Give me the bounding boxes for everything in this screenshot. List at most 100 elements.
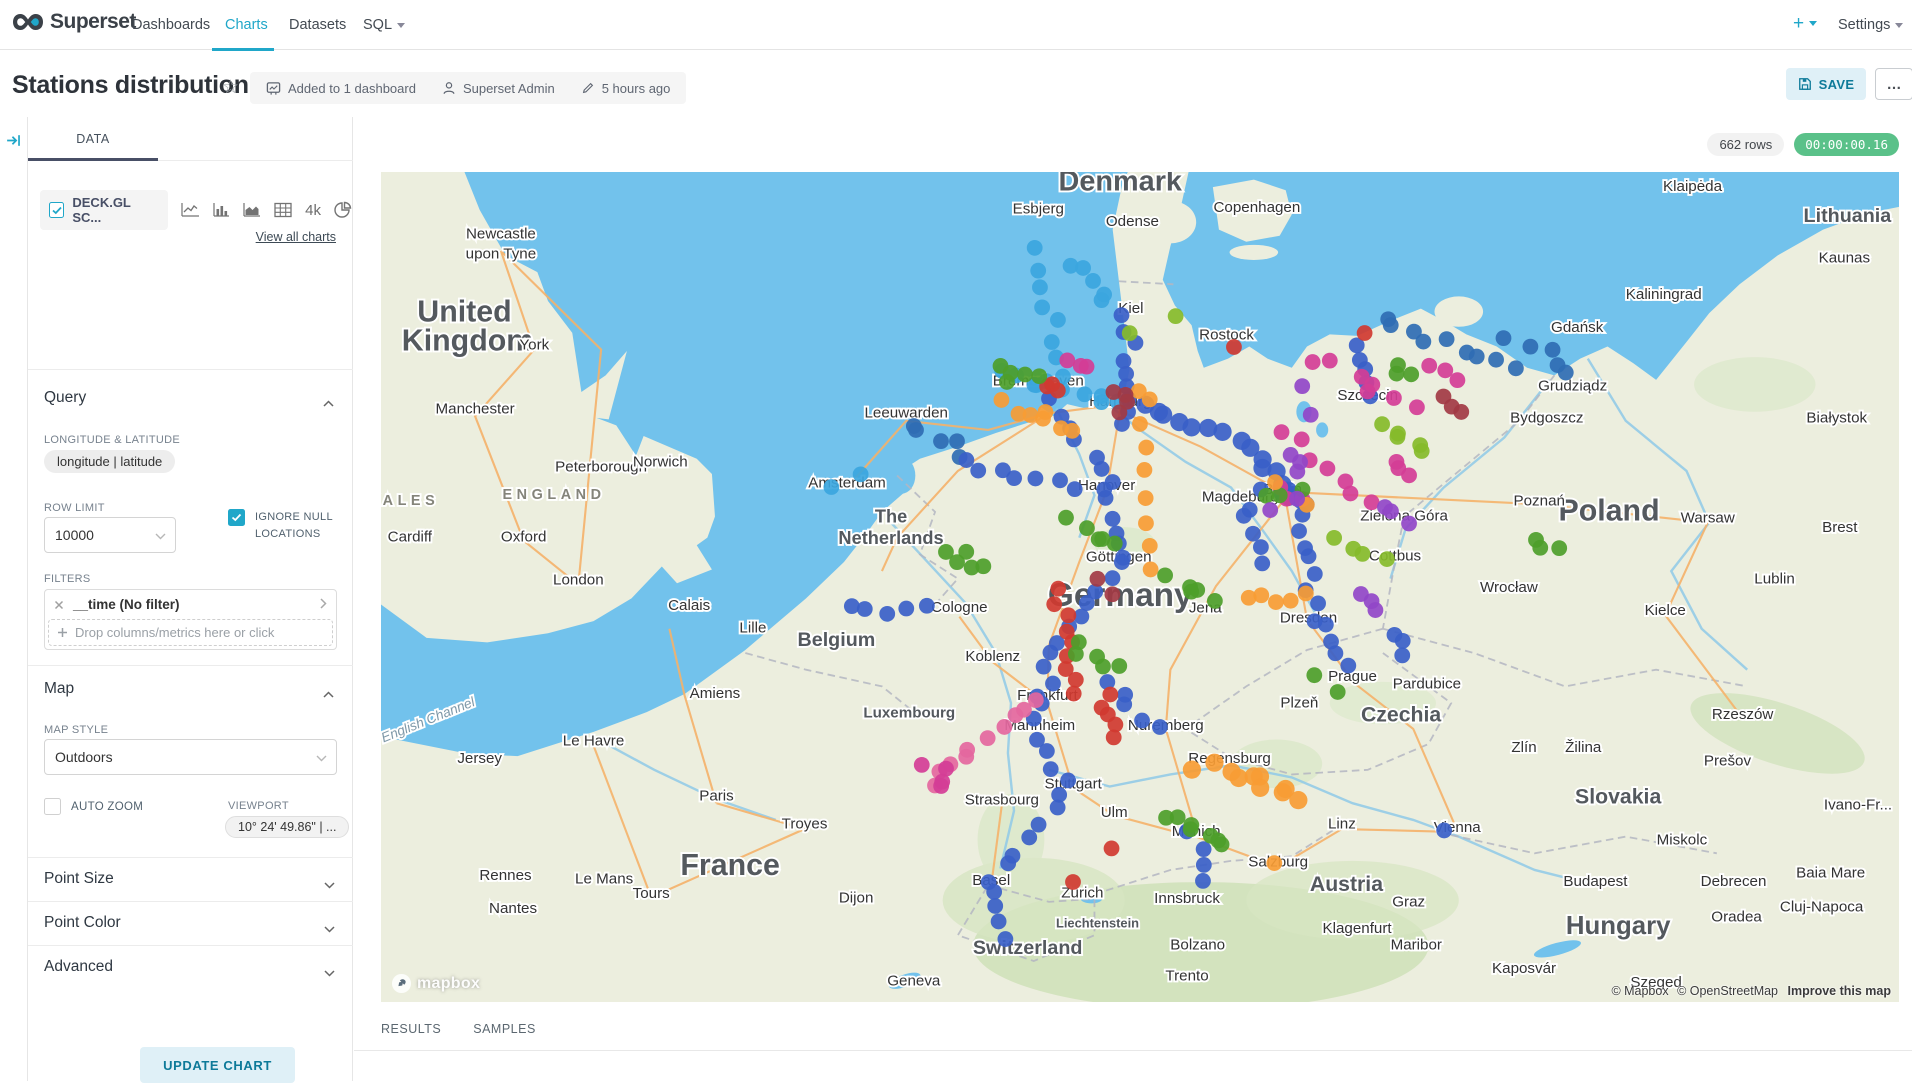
- view-all-charts-link[interactable]: View all charts: [256, 230, 336, 244]
- nav-sql[interactable]: SQL: [363, 0, 405, 50]
- lonlat-value-pill[interactable]: longitude | latitude: [44, 450, 175, 473]
- infinity-logo-icon: [12, 11, 44, 33]
- nav-charts[interactable]: Charts: [225, 0, 268, 50]
- station-point: [1305, 354, 1321, 370]
- section-point-color[interactable]: Point Color: [28, 902, 353, 946]
- chevron-up-icon[interactable]: [323, 685, 334, 703]
- station-point: [1107, 536, 1123, 552]
- station-point: [1274, 783, 1292, 801]
- deckgl-scatter-map[interactable]: DenmarkUnitedKingdomGermanyPolandFranceB…: [381, 172, 1899, 1002]
- station-point: [933, 433, 949, 449]
- station-point: [1105, 511, 1121, 527]
- brand-name: Superset: [50, 10, 136, 34]
- station-point: [1355, 546, 1371, 562]
- section-point-size[interactable]: Point Size: [28, 858, 353, 902]
- station-point: [1298, 586, 1314, 602]
- station-point: [1050, 581, 1066, 597]
- station-point: [1450, 372, 1466, 388]
- viz-type-name: DECK.GL SC...: [72, 195, 159, 225]
- owner-meta[interactable]: Superset Admin: [442, 81, 555, 96]
- filters-drop-zone[interactable]: Drop columns/metrics here or click: [48, 619, 333, 646]
- expand-datasource-icon[interactable]: [5, 132, 22, 154]
- station-point: [958, 749, 974, 765]
- mapbox-logo[interactable]: mapbox: [391, 973, 480, 994]
- station-point: [1157, 567, 1173, 583]
- nav-dashboards[interactable]: Dashboards: [132, 0, 210, 50]
- svg-text:Oxford: Oxford: [501, 528, 546, 545]
- svg-text:Le Mans: Le Mans: [575, 870, 634, 887]
- area-chart-icon[interactable]: [243, 202, 261, 218]
- svg-text:Lille: Lille: [739, 620, 766, 637]
- station-point: [1143, 562, 1159, 578]
- station-point: [1059, 353, 1075, 369]
- station-point: [1154, 406, 1172, 424]
- svg-text:Denmark: Denmark: [1059, 172, 1183, 197]
- new-item-button[interactable]: +: [1793, 0, 1817, 50]
- line-chart-icon[interactable]: [181, 202, 200, 218]
- station-point: [1112, 405, 1128, 421]
- station-point: [999, 374, 1015, 390]
- station-point: [1283, 593, 1299, 609]
- update-chart-button[interactable]: UPDATE CHART: [140, 1047, 295, 1083]
- station-point: [1195, 873, 1211, 889]
- row-limit-select[interactable]: 10000: [44, 517, 176, 553]
- svg-text:Bydgoszcz: Bydgoszcz: [1510, 410, 1583, 427]
- pie-chart-icon[interactable]: [334, 201, 352, 219]
- improve-map-link[interactable]: Improve this map: [1788, 984, 1892, 998]
- station-point: [914, 757, 930, 773]
- chart-header: Stations distribution ☆ Added to 1 dashb…: [0, 50, 1912, 117]
- map-attribution[interactable]: © Mapbox © OpenStreetMap Improve this ma…: [1611, 984, 1891, 998]
- ignore-null-checkbox[interactable]: [228, 509, 245, 526]
- map-style-select[interactable]: Outdoors: [44, 739, 337, 775]
- plus-icon: [57, 627, 68, 638]
- svg-text:Netherlands: Netherlands: [838, 528, 943, 548]
- station-point: [1058, 510, 1074, 526]
- station-point: [986, 884, 1002, 900]
- auto-zoom-label: AUTO ZOOM: [71, 801, 143, 813]
- station-point: [908, 422, 924, 438]
- dashboards-meta[interactable]: Added to 1 dashboard: [266, 81, 416, 96]
- svg-text:Budapest: Budapest: [1563, 873, 1628, 890]
- station-point: [1044, 334, 1060, 350]
- tab-samples[interactable]: SAMPLES: [473, 1022, 536, 1048]
- station-point: [970, 463, 986, 479]
- chevron-down-icon: [324, 920, 335, 938]
- station-point: [1488, 352, 1504, 368]
- viewport-label: VIEWPORT: [228, 800, 289, 812]
- tab-results[interactable]: RESULTS: [381, 1022, 441, 1048]
- filters-box: __time (No filter) Drop columns/metrics …: [44, 589, 337, 650]
- station-point: [1196, 841, 1212, 857]
- auto-zoom-checkbox[interactable]: [44, 798, 61, 815]
- save-button[interactable]: SAVE: [1786, 68, 1866, 100]
- station-point: [1017, 367, 1033, 383]
- station-point: [1170, 809, 1186, 825]
- station-point: [1138, 490, 1154, 506]
- svg-text:Białystok: Białystok: [1806, 410, 1867, 427]
- station-point: [1052, 472, 1068, 488]
- svg-text:United: United: [417, 295, 511, 328]
- superset-logo[interactable]: Superset: [12, 10, 136, 34]
- station-point: [1183, 761, 1201, 779]
- viewport-value-pill[interactable]: 10° 24' 49.86" | ...: [225, 816, 349, 838]
- station-point: [1068, 646, 1084, 662]
- more-actions-button[interactable]: …: [1875, 68, 1912, 100]
- remove-filter-icon[interactable]: [54, 600, 64, 610]
- station-point: [1469, 349, 1485, 365]
- settings-menu[interactable]: Settings: [1838, 0, 1903, 50]
- nav-datasets[interactable]: Datasets: [289, 0, 346, 50]
- svg-text:Cluj-Napoca: Cluj-Napoca: [1780, 899, 1864, 916]
- chevron-up-icon[interactable]: [323, 394, 334, 412]
- table-icon[interactable]: [274, 202, 292, 218]
- viz-type-button[interactable]: DECK.GL SC...: [40, 190, 168, 230]
- section-advanced[interactable]: Advanced: [28, 946, 353, 990]
- station-point: [1267, 474, 1283, 490]
- bar-chart-icon[interactable]: [213, 202, 230, 218]
- modified-meta[interactable]: 5 hours ago: [581, 81, 671, 96]
- tab-data[interactable]: DATA: [28, 117, 158, 161]
- viz-4k-label[interactable]: 4k: [305, 202, 321, 219]
- station-point: [959, 452, 975, 468]
- svg-text:Trento: Trento: [1165, 967, 1208, 984]
- favorite-star-icon[interactable]: ☆: [222, 76, 239, 99]
- filter-time-pill[interactable]: __time (No filter): [48, 593, 333, 616]
- svg-text:Klagenfurt: Klagenfurt: [1323, 920, 1393, 937]
